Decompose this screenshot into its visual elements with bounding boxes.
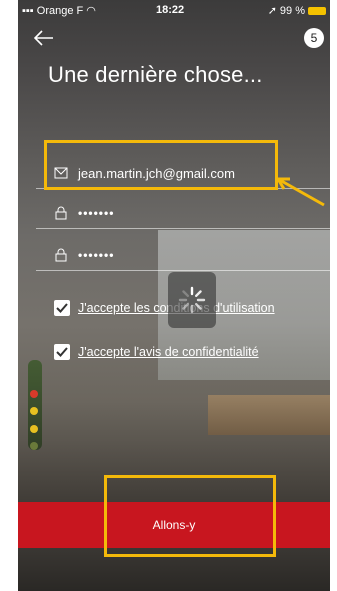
privacy-link[interactable]: J'accepte l'avis de confidentialité: [78, 345, 259, 359]
email-value: jean.martin.jch@gmail.com: [78, 166, 235, 181]
signal-icon: ▪▪▪: [22, 5, 37, 17]
step-badge: 5: [304, 28, 324, 48]
status-time: 18:22: [156, 4, 185, 16]
background-lights: [30, 390, 38, 450]
lock-icon: [54, 206, 68, 220]
lock-icon: [54, 248, 68, 262]
annotation-arrow-icon: [276, 177, 325, 207]
mail-icon: [54, 166, 68, 180]
spinner-icon: [178, 286, 206, 314]
wifi-icon: ◠: [86, 5, 96, 17]
terms-checkbox[interactable]: [54, 300, 70, 316]
status-bar: ▪▪▪ Orange F ◠ 18:22 ➚ 99 %: [18, 0, 330, 20]
battery-indicator: ➚ 99 %: [268, 4, 326, 17]
confirm-password-value: •••••••: [78, 248, 115, 262]
privacy-checkbox[interactable]: [54, 344, 70, 360]
bottom-background: [18, 548, 330, 591]
carrier-label: ▪▪▪ Orange F ◠: [22, 5, 96, 17]
privacy-consent-row[interactable]: J'accepte l'avis de confidentialité: [54, 342, 259, 362]
loading-spinner: [168, 272, 216, 328]
background-floor: [18, 440, 330, 502]
back-arrow-icon[interactable]: [33, 30, 56, 50]
background-table: [208, 395, 330, 435]
battery-percent: 99 %: [279, 4, 305, 17]
app-screen: ▪▪▪ Orange F ◠ 18:22 ➚ 99 % 5 Une derniè…: [18, 0, 330, 591]
password-value: •••••••: [78, 206, 115, 220]
location-icon: ➚: [267, 5, 277, 17]
submit-button[interactable]: Allons-y: [18, 502, 330, 548]
confirm-password-field[interactable]: •••••••: [36, 240, 330, 271]
terms-consent-row[interactable]: J'accepte les conditions d'utilisation: [54, 298, 275, 318]
battery-icon: [308, 6, 326, 15]
page-title: Une dernière chose...: [48, 62, 263, 87]
